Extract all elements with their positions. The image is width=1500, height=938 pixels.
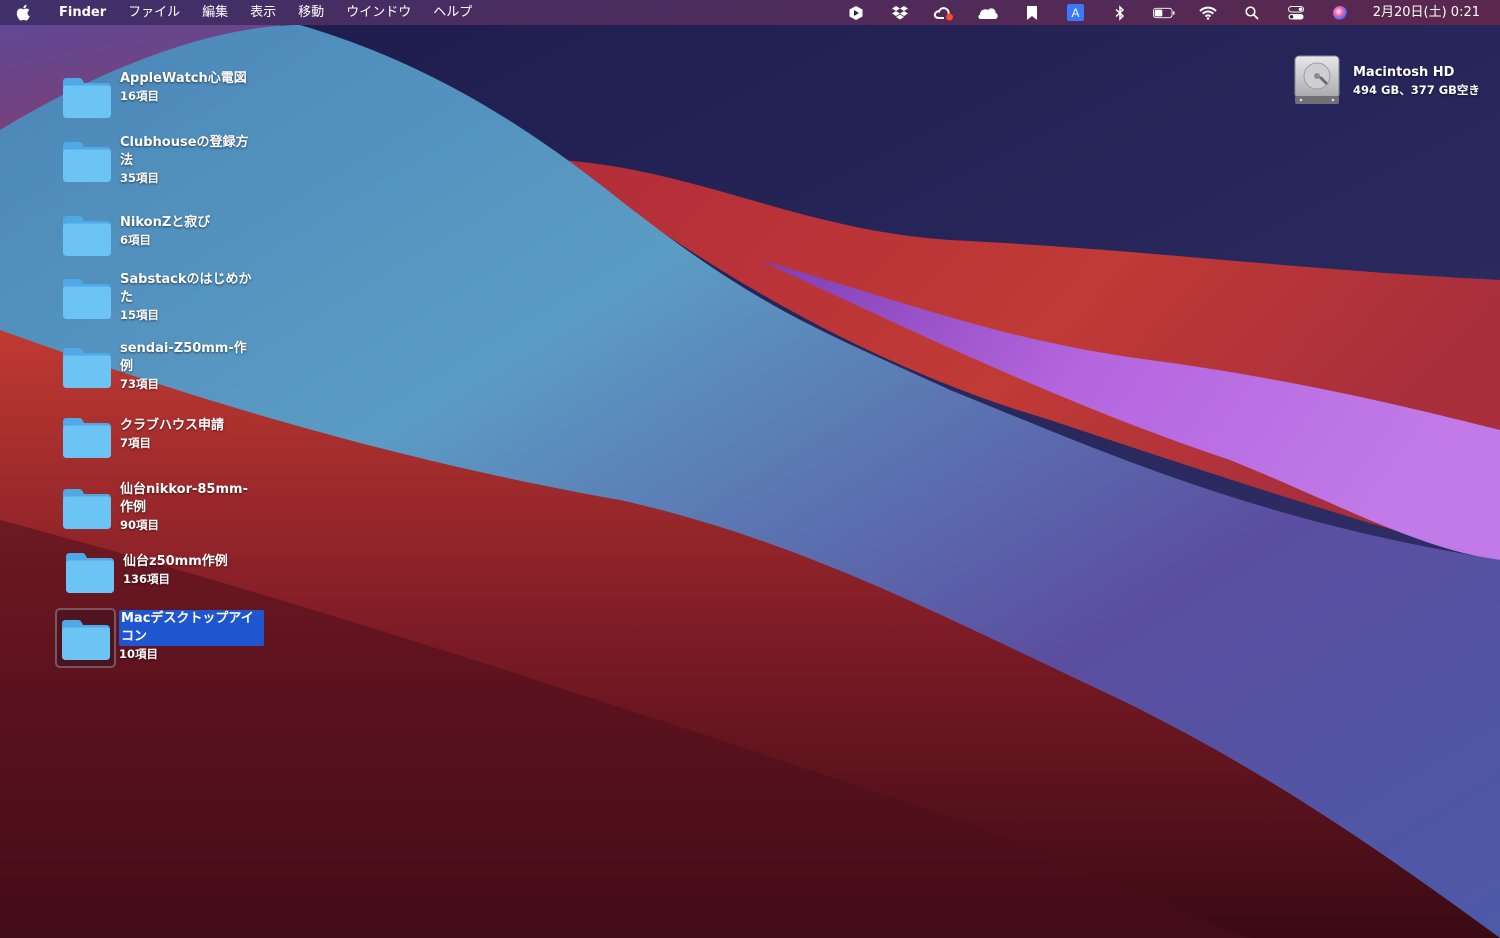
input-source-icon[interactable]: A — [1065, 4, 1087, 22]
battery-icon[interactable] — [1152, 4, 1175, 22]
paste-app-icon[interactable] — [845, 4, 867, 22]
folder-item-count: 7項目 — [120, 436, 152, 450]
folder-name[interactable]: Clubhouseの登録方 法 — [120, 134, 265, 170]
menu-edit[interactable]: 編集 — [202, 0, 228, 25]
hard-drive-icon[interactable] — [1292, 54, 1342, 106]
menu-bar: Finder ファイル 編集 表示 移動 ウインドウ ヘルプ A 2月20日(土… — [0, 0, 1500, 25]
apple-menu-icon[interactable] — [16, 4, 32, 22]
control-center-icon[interactable] — [1285, 4, 1307, 22]
bluetooth-icon[interactable] — [1109, 4, 1131, 22]
folder-item-count: 73項目 — [120, 377, 160, 391]
menu-view[interactable]: 表示 — [250, 0, 276, 25]
menu-help[interactable]: ヘルプ — [433, 0, 472, 25]
folder-name[interactable]: クラブハウス申請 — [120, 417, 265, 435]
menu-window[interactable]: ウインドウ — [346, 0, 411, 25]
desktop-folder[interactable]: クラブハウス申請 7項目 — [60, 410, 265, 462]
cloud-icon[interactable] — [977, 4, 999, 22]
folder-name[interactable]: NikonZと寂び — [120, 214, 265, 232]
desktop-folder[interactable]: Sabstackのはじめか た 15項目 — [60, 271, 265, 323]
folder-icon[interactable] — [63, 545, 115, 597]
desktop-folder[interactable]: Clubhouseの登録方 法 35項目 — [60, 134, 265, 186]
desktop-folder[interactable]: NikonZと寂び 6項目 — [60, 208, 265, 260]
desktop-drive[interactable]: Macintosh HD 494 GB、377 GB空き — [1292, 54, 1500, 106]
folder-item-count: 16項目 — [120, 89, 160, 103]
menu-app-name[interactable]: Finder — [59, 0, 106, 25]
folder-name[interactable]: AppleWatch心電図 — [120, 70, 265, 88]
folder-item-count: 136項目 — [123, 572, 171, 586]
search-icon[interactable] — [1241, 4, 1263, 22]
menu-go[interactable]: 移動 — [298, 0, 324, 25]
siri-icon[interactable] — [1329, 4, 1351, 22]
folder-icon[interactable] — [60, 271, 112, 323]
menu-file[interactable]: ファイル — [128, 0, 180, 25]
folder-icon[interactable] — [60, 481, 112, 533]
folder-item-count: 10項目 — [119, 647, 159, 661]
input-source-label: A — [1072, 6, 1080, 20]
desktop-folder[interactable]: 仙台z50mm作例 136項目 — [63, 545, 268, 597]
bookmark-icon[interactable] — [1021, 4, 1043, 22]
drive-capacity: 494 GB、377 GB空き — [1353, 83, 1480, 97]
creative-cloud-icon[interactable] — [933, 4, 955, 22]
folder-icon[interactable] — [60, 134, 112, 186]
folder-item-count: 15項目 — [120, 308, 160, 322]
folder-name[interactable]: 仙台nikkor-85mm- 作例 — [120, 481, 265, 517]
folder-item-count: 90項目 — [120, 518, 160, 532]
folder-icon[interactable] — [60, 410, 112, 462]
folder-icon[interactable] — [60, 340, 112, 392]
folder-icon[interactable] — [60, 208, 112, 260]
menu-clock[interactable]: 2月20日(土) 0:21 — [1373, 0, 1480, 25]
drive-name[interactable]: Macintosh HD — [1353, 64, 1500, 82]
folder-icon[interactable] — [60, 70, 112, 122]
dropbox-icon[interactable] — [889, 4, 911, 22]
desktop-folder[interactable]: 仙台nikkor-85mm- 作例 90項目 — [60, 481, 265, 533]
folder-item-count: 6項目 — [120, 233, 152, 247]
desktop-folder[interactable]: AppleWatch心電図 16項目 — [60, 70, 265, 122]
folder-name[interactable]: Sabstackのはじめか た — [120, 271, 265, 307]
desktop-folder[interactable]: sendai-Z50mm-作 例 73項目 — [60, 340, 265, 392]
folder-item-count: 35項目 — [120, 171, 160, 185]
folder-icon[interactable] — [55, 608, 116, 668]
wifi-icon[interactable] — [1197, 4, 1219, 22]
folder-name[interactable]: sendai-Z50mm-作 例 — [120, 340, 265, 376]
desktop-folder-selected[interactable]: Macデスクトップアイ コン 10項目 — [55, 608, 264, 668]
folder-name[interactable]: 仙台z50mm作例 — [123, 553, 268, 571]
folder-name[interactable]: Macデスクトップアイ コン — [119, 610, 264, 646]
